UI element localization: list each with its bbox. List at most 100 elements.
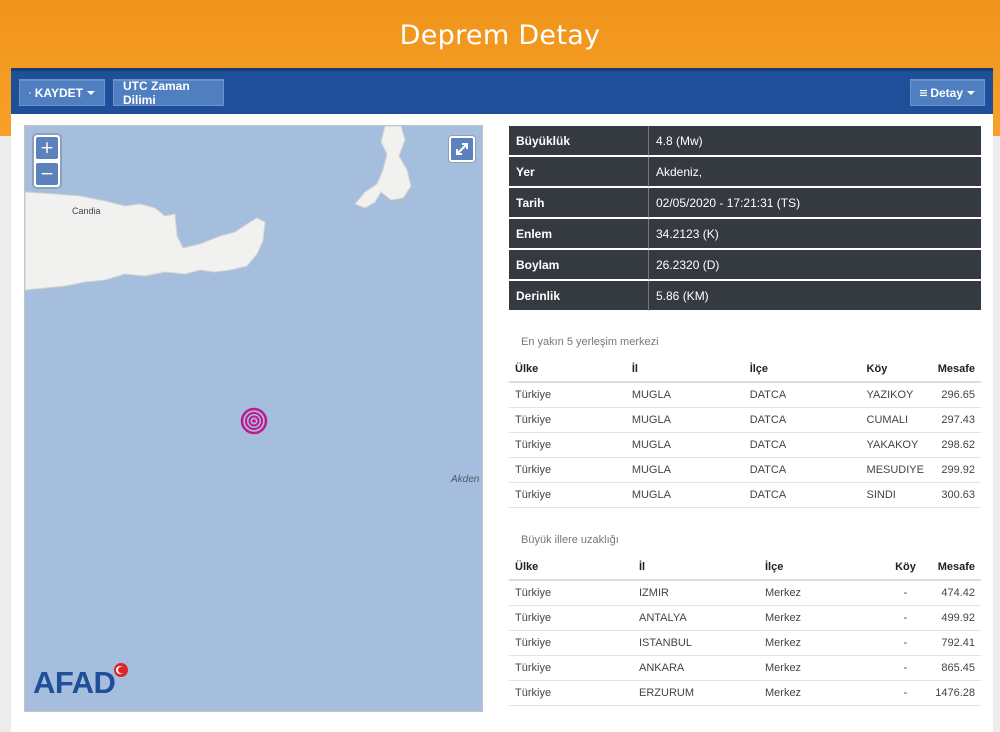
table-cell: MESUDIYE	[860, 457, 930, 483]
detail-row: Büyüklük 4.8 (Mw)	[509, 126, 981, 156]
table-row: Türkiye ERZURUM Merkez -1476.28	[509, 680, 981, 706]
save-button-label: KAYDET	[34, 85, 83, 100]
detail-value: 5.86 (KM)	[649, 281, 981, 311]
table-cell: -	[883, 655, 928, 681]
table-cell: MUGLA	[625, 482, 744, 508]
table-cell: MUGLA	[625, 432, 744, 458]
column-header: İlçe	[743, 357, 861, 383]
table-cell: DATCA	[743, 482, 861, 508]
list-icon	[920, 89, 928, 96]
table-cell: ANKARA	[633, 655, 759, 681]
map-label-akdeniz: Akden	[451, 474, 480, 485]
table-cell: Merkez	[759, 655, 883, 681]
map-label-candia: Candia	[72, 206, 101, 216]
table-cell: 474.42	[928, 580, 981, 606]
table-cell: DATCA	[743, 407, 861, 433]
column-header: Ülke	[509, 357, 626, 383]
expand-icon	[456, 143, 468, 155]
table-cell: -	[883, 630, 928, 656]
column-header: Ülke	[509, 555, 633, 581]
table-cell: Türkiye	[509, 432, 626, 458]
major-cities-table: Ülke İl İlçe Köy Mesafe Türkiye IZMIR Merkez -4…	[509, 555, 981, 706]
table-cell: 865.45	[928, 655, 981, 681]
fullscreen-button[interactable]	[449, 136, 475, 162]
table-row: Türkiye MUGLA DATCA YAKAKOY 298.62	[509, 432, 981, 458]
table-cell: 297.43	[930, 407, 981, 433]
table-cell: -	[883, 580, 928, 606]
table-cell: 1476.28	[928, 680, 981, 706]
detail-key: Enlem	[509, 219, 649, 249]
table-cell: SINDI	[860, 482, 930, 508]
detail-menu-button[interactable]: Detay	[910, 79, 985, 106]
page-title: Deprem Detay	[399, 20, 601, 51]
detail-key: Tarih	[509, 188, 649, 218]
zoom-out-button[interactable]: −	[36, 163, 58, 185]
table-cell: Türkiye	[509, 680, 633, 706]
column-header: İl	[625, 357, 744, 383]
detail-key: Derinlik	[509, 281, 649, 311]
table-cell: YAZIKOY	[860, 382, 930, 408]
table-cell: Türkiye	[509, 655, 633, 681]
table-row: Türkiye ISTANBUL Merkez -792.41	[509, 630, 981, 656]
table-cell: -	[883, 680, 928, 706]
table-cell: MUGLA	[625, 382, 744, 408]
detail-row: Enlem 34.2123 (K)	[509, 219, 981, 249]
table-cell: Türkiye	[509, 407, 626, 433]
afad-logo: AFAD	[33, 665, 116, 700]
table-cell: 300.63	[930, 482, 981, 508]
table-cell: 792.41	[928, 630, 981, 656]
table-cell: CUMALI	[860, 407, 930, 433]
table-cell: ANTALYA	[633, 605, 759, 631]
table-row: Türkiye MUGLA DATCA MESUDIYE 299.92	[509, 457, 981, 483]
detail-row: Tarih 02/05/2020 - 17:21:31 (TS)	[509, 188, 981, 218]
table-cell: Türkiye	[509, 630, 633, 656]
table-cell: Türkiye	[509, 605, 633, 631]
table-cell: Merkez	[759, 630, 883, 656]
table-cell: MUGLA	[625, 457, 744, 483]
table-cell: DATCA	[743, 382, 861, 408]
table-row: Türkiye ANTALYA Merkez -499.92	[509, 605, 981, 631]
detail-value: 34.2123 (K)	[649, 219, 981, 249]
column-header: Mesafe	[930, 357, 981, 383]
table-cell: Türkiye	[509, 382, 626, 408]
utc-timezone-button[interactable]: UTC Zaman Dilimi	[113, 79, 224, 107]
earthquake-map[interactable]: Candia Akden + − AFAD	[24, 125, 483, 712]
column-header: Mesafe	[928, 555, 981, 581]
table-cell: Merkez	[759, 580, 883, 606]
toolbar: KAYDET UTC Zaman Dilimi Detay	[11, 68, 993, 114]
table-cell: 299.92	[930, 457, 981, 483]
table-cell: IZMIR	[633, 580, 759, 606]
table-row: Türkiye ANKARA Merkez -865.45	[509, 655, 981, 681]
column-header: Köy	[860, 357, 930, 383]
table-row: Türkiye MUGLA DATCA YAZIKOY 296.65	[509, 382, 981, 408]
table-cell: MUGLA	[625, 407, 744, 433]
table-cell: Merkez	[759, 680, 883, 706]
table-cell: Türkiye	[509, 580, 633, 606]
cities-caption: Büyük illere uzaklığı	[521, 534, 619, 546]
table-cell: Türkiye	[509, 457, 626, 483]
detail-value: 26.2320 (D)	[649, 250, 981, 280]
zoom-in-button[interactable]: +	[36, 137, 58, 159]
chevron-down-icon	[967, 90, 975, 95]
nearest-settlements-table: Ülke İl İlçe Köy Mesafe Türkiye MUGLA DATCA YAZ…	[509, 357, 981, 508]
nearest-caption: En yakın 5 yerleşim merkezi	[521, 336, 659, 348]
detail-value: 4.8 (Mw)	[649, 126, 981, 156]
table-cell: DATCA	[743, 457, 861, 483]
chevron-down-icon	[87, 90, 95, 95]
detail-key: Yer	[509, 157, 649, 187]
zoom-control: + −	[34, 135, 60, 187]
detail-row: Boylam 26.2320 (D)	[509, 250, 981, 280]
table-cell: 298.62	[930, 432, 981, 458]
table-row: Türkiye IZMIR Merkez -474.42	[509, 580, 981, 606]
download-icon	[29, 91, 31, 94]
detail-row: Derinlik 5.86 (KM)	[509, 281, 981, 311]
table-cell: ERZURUM	[633, 680, 759, 706]
detail-key: Boylam	[509, 250, 649, 280]
epicenter-marker-icon[interactable]	[240, 407, 268, 435]
table-row: Türkiye MUGLA DATCA CUMALI 297.43	[509, 407, 981, 433]
table-cell: Türkiye	[509, 482, 626, 508]
table-cell: 499.92	[928, 605, 981, 631]
table-cell: Merkez	[759, 605, 883, 631]
save-button[interactable]: KAYDET	[19, 79, 105, 106]
column-header: Köy	[883, 555, 928, 581]
